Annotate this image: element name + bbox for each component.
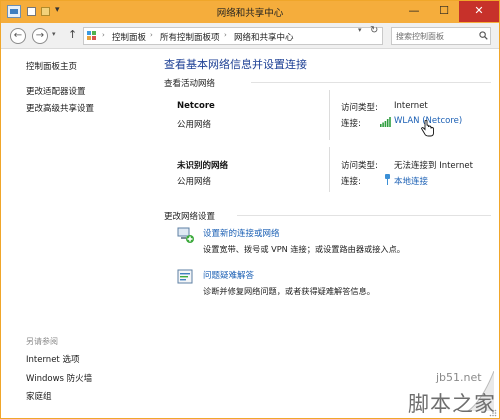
access-type-value: Internet [394,101,428,111]
connection-label: 连接: [341,119,361,129]
hand-cursor-icon [421,120,434,137]
new-connection-icon [177,227,194,243]
setup-new-connection-description: 设置宽带、拨号或 VPN 连接；或设置路由器或接入点。 [203,244,405,254]
sidebar: 控制面板主页 更改适配器设置 更改高级共享设置 另请参阅 Internet 选项… [1,50,151,418]
breadcrumb-all-items[interactable]: 所有控制面板项 [160,31,220,43]
watermark-url: jb51.net [436,371,482,384]
network-sharing-center-window: ▾ 网络和共享中心 — ☐ ✕ ← → ▾ ↑ › 控制面板 › 所有控制面板项… [0,0,500,419]
setup-new-connection-link[interactable]: 设置新的连接或网络 [203,227,280,239]
troubleshoot-description: 诊断并修复网络问题，或者获得疑难解答信息。 [203,286,375,296]
forward-button[interactable]: → [32,28,48,44]
access-type-value: 无法连接到 Internet [394,161,473,171]
breadcrumb-control-panel[interactable]: 控制面板 [112,31,146,43]
close-button[interactable]: ✕ [459,1,499,22]
access-type-label: 访问类型: [341,161,378,171]
sidebar-link-change-adapter[interactable]: 更改适配器设置 [26,85,86,97]
change-settings-heading: 更改网络设置 [164,212,216,222]
active-networks-heading: 查看活动网络 [164,79,216,89]
navigation-bar: ← → ▾ ↑ › 控制面板 › 所有控制面板项 › 网络和共享中心 ▾ ↻ [1,23,499,49]
control-panel-icon [87,31,98,41]
title-bar[interactable]: ▾ 网络和共享中心 — ☐ ✕ [1,1,499,23]
minimize-button[interactable]: — [399,1,429,22]
network-category: 公用网络 [177,177,212,187]
search-icon[interactable] [479,31,488,40]
local-connection-link[interactable]: 本地连接 [394,175,428,187]
troubleshoot-link[interactable]: 问题疑难解答 [203,269,254,281]
section-divider [251,82,491,83]
sidebar-link-advanced-sharing[interactable]: 更改高级共享设置 [26,102,94,114]
section-divider [237,215,491,216]
network-name: Netcore [177,101,215,111]
network-divider [329,90,330,140]
see-also-internet-options[interactable]: Internet 选项 [26,353,79,365]
sidebar-link-control-panel-home[interactable]: 控制面板主页 [26,60,77,72]
recent-locations-dropdown-icon[interactable]: ▾ [52,30,56,38]
breadcrumb-separator-icon[interactable]: › [224,31,227,39]
search-box[interactable] [391,27,491,45]
main-content: 查看基本网络信息并设置连接 查看活动网络 Netcore 公用网络 访问类型: … [151,50,499,418]
resize-grip-icon[interactable] [489,409,497,417]
up-button[interactable]: ↑ [68,28,77,41]
watermark: jb51.net 脚本之家 [396,371,496,417]
see-also-windows-firewall[interactable]: Windows 防火墙 [26,372,92,384]
watermark-name: 脚本之家 [408,392,496,416]
address-history-dropdown-icon[interactable]: ▾ [358,26,362,34]
address-bar[interactable]: › 控制面板 › 所有控制面板项 › 网络和共享中心 [83,27,383,45]
refresh-button[interactable]: ↻ [370,25,378,36]
search-input[interactable] [396,30,476,43]
breadcrumb-separator-icon[interactable]: › [102,31,105,39]
connection-label: 连接: [341,177,361,187]
breadcrumb-network-center[interactable]: 网络和共享中心 [234,31,294,43]
back-button[interactable]: ← [10,28,26,44]
network-category: 公用网络 [177,120,212,130]
see-also-heading: 另请参阅 [26,337,58,346]
troubleshoot-icon [177,269,193,284]
wifi-signal-icon [380,117,391,127]
breadcrumb-separator-icon[interactable]: › [150,31,153,39]
network-divider [329,147,330,192]
ethernet-icon [385,174,390,185]
access-type-label: 访问类型: [341,103,378,113]
page-title: 查看基本网络信息并设置连接 [164,58,307,71]
maximize-button[interactable]: ☐ [429,1,459,22]
network-name: 未识别的网络 [177,161,229,171]
see-also-homegroup[interactable]: 家庭组 [26,390,52,402]
